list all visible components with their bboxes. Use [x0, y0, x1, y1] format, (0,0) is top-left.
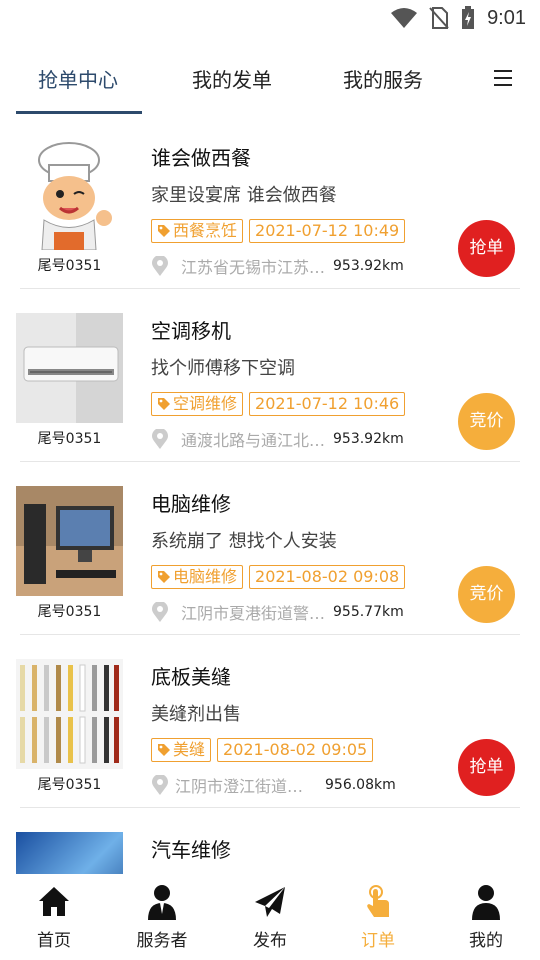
category-tag: 空调维修 — [151, 392, 244, 416]
order-distance: 953.92km — [333, 431, 404, 447]
order-title: 空调移机 — [151, 319, 231, 343]
order-description: 系统崩了 想找个人安装 — [151, 531, 337, 552]
order-distance: 956.08km — [325, 777, 396, 793]
home-icon — [39, 887, 69, 916]
time-tag: 2021-07-12 10:49 — [249, 219, 406, 243]
time-tag: 2021-08-02 09:05 — [217, 738, 374, 762]
tab-my-orders[interactable]: 我的发单 — [192, 62, 272, 98]
send-icon — [255, 887, 285, 917]
order-title: 谁会做西餐 — [151, 146, 251, 170]
location-pin-icon — [152, 256, 168, 276]
order-thumbnail-car — [16, 832, 123, 874]
order-title: 底板美缝 — [151, 665, 231, 689]
order-distance: 955.77km — [333, 604, 404, 620]
battery-charging-icon — [462, 6, 475, 29]
category-tag: 美缝 — [151, 738, 212, 762]
order-item[interactable]: 尾号0351 电脑维修 系统崩了 想找个人安装 电脑维修 2021-08-02 … — [0, 462, 540, 635]
order-address: 江阴市夏港街道警务室附近 — [181, 604, 329, 623]
time-tag: 2021-07-12 10:46 — [249, 392, 406, 416]
wifi-icon — [391, 8, 418, 28]
nav-mine[interactable]: 我的 — [432, 884, 540, 951]
hand-tap-icon — [367, 885, 389, 917]
category-label: 美缝 — [173, 740, 206, 759]
tag-icon — [158, 398, 170, 410]
user-icon — [472, 885, 500, 920]
category-tag: 电脑维修 — [151, 565, 244, 589]
nav-publish[interactable]: 发布 — [216, 884, 324, 951]
order-thumbnail-computer — [16, 486, 123, 596]
grab-order-button[interactable]: 抢单 — [458, 220, 515, 277]
nav-home[interactable]: 首页 — [0, 884, 108, 951]
order-description: 美缝剂出售 — [151, 704, 241, 725]
order-item[interactable]: 尾号0351 底板美缝 美缝剂出售 美缝 2021-08-02 09:05 江阴… — [0, 635, 540, 808]
order-address: 江阴市澄江街道附近小区 — [175, 777, 309, 796]
tag-icon — [158, 571, 170, 583]
tab-grab-center[interactable]: 抢单中心 — [38, 62, 118, 98]
order-item[interactable]: 尾号0351 谁会做西餐 家里设宴席 谁会做西餐 西餐烹饪 2021-07-12… — [0, 116, 540, 289]
bottom-nav: 首页 服务者 发布 订单 我的 — [0, 874, 540, 960]
grab-order-button[interactable]: 抢单 — [458, 739, 515, 796]
order-time: 2021-07-12 10:46 — [255, 394, 400, 413]
tab-my-services[interactable]: 我的服务 — [343, 62, 423, 98]
active-tab-indicator — [16, 111, 142, 114]
order-thumbnail-grout-samples — [16, 659, 123, 769]
order-thumbnail-chef — [16, 140, 123, 250]
tail-number: 尾号0351 — [37, 604, 102, 620]
status-bar: 9:01 — [0, 0, 540, 36]
location-pin-icon — [152, 429, 168, 449]
category-tag: 西餐烹饪 — [151, 219, 244, 243]
order-description: 家里设宴席 谁会做西餐 — [151, 185, 337, 206]
menu-icon[interactable] — [494, 70, 512, 86]
order-time: 2021-08-02 09:05 — [223, 740, 368, 759]
no-sim-icon — [429, 7, 449, 29]
order-address: 通渡北路与通江北路交叉口 — [181, 431, 329, 450]
tail-number: 尾号0351 — [37, 777, 102, 793]
order-item[interactable]: 汽车维修 — [0, 808, 540, 874]
status-time: 9:01 — [487, 6, 526, 29]
nav-worker[interactable]: 服务者 — [108, 884, 216, 951]
location-pin-icon — [152, 602, 168, 622]
tail-number: 尾号0351 — [37, 258, 102, 274]
nav-label: 服务者 — [136, 931, 188, 951]
worker-icon — [148, 885, 176, 920]
top-tabs: 抢单中心 我的发单 我的服务 — [0, 44, 540, 116]
category-label: 电脑维修 — [173, 567, 238, 586]
nav-label: 首页 — [37, 931, 71, 951]
time-tag: 2021-08-02 09:08 — [249, 565, 406, 589]
tag-icon — [158, 744, 170, 756]
nav-label: 我的 — [469, 931, 503, 951]
nav-label: 订单 — [361, 931, 395, 951]
order-title: 汽车维修 — [151, 838, 231, 862]
tag-icon — [158, 225, 170, 237]
nav-label: 发布 — [253, 931, 287, 951]
category-label: 西餐烹饪 — [173, 221, 238, 240]
category-label: 空调维修 — [173, 394, 238, 413]
order-distance: 953.92km — [333, 258, 404, 274]
nav-orders[interactable]: 订单 — [324, 884, 432, 951]
tail-number: 尾号0351 — [37, 431, 102, 447]
order-description: 找个师傅移下空调 — [151, 358, 295, 379]
location-pin-icon — [152, 775, 168, 795]
order-time: 2021-08-02 09:08 — [255, 567, 400, 586]
bid-button[interactable]: 竞价 — [458, 393, 515, 450]
bid-button[interactable]: 竞价 — [458, 566, 515, 623]
order-title: 电脑维修 — [151, 492, 231, 516]
order-time: 2021-07-12 10:49 — [255, 221, 400, 240]
order-item[interactable]: 尾号0351 空调移机 找个师傅移下空调 空调维修 2021-07-12 10:… — [0, 289, 540, 462]
order-thumbnail-air-conditioner — [16, 313, 123, 423]
order-address: 江苏省无锡市江苏省无锡市 — [181, 258, 329, 277]
order-list[interactable]: 尾号0351 谁会做西餐 家里设宴席 谁会做西餐 西餐烹饪 2021-07-12… — [0, 116, 540, 874]
